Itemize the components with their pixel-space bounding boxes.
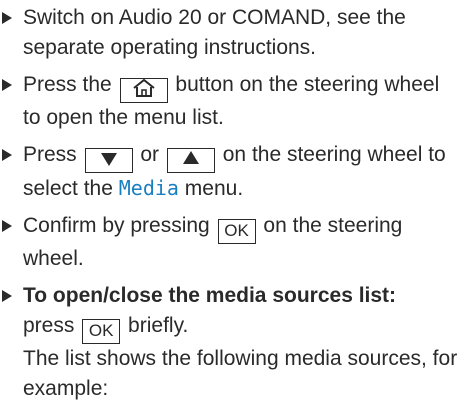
- step-text-after: briefly.: [128, 314, 189, 337]
- bullet-arrow-icon: [2, 79, 12, 91]
- step-note: The list shows the following media sourc…: [23, 347, 458, 400]
- step-text-before: Confirm by pressing: [23, 214, 210, 237]
- step-text: Switch on Audio 20 or COMAND, see the se…: [23, 6, 406, 59]
- step-text-before: press: [23, 314, 75, 337]
- arrow-down-icon: [100, 153, 117, 166]
- step-text-before: Press: [23, 143, 77, 166]
- step-confirm: Confirm by pressing OK on the steering w…: [0, 211, 461, 274]
- arrow-up-key: [166, 148, 215, 173]
- arrow-up-icon: [182, 151, 199, 164]
- step-open-menu-list: Press the button on the steering wheel t…: [0, 70, 461, 133]
- step-text-end: menu.: [184, 177, 244, 200]
- home-key: [119, 78, 168, 103]
- ok-key: OK: [217, 219, 256, 244]
- bullet-arrow-icon: [2, 149, 12, 161]
- bullet-arrow-icon: [2, 12, 12, 24]
- step-text-mid: or: [140, 143, 160, 166]
- media-menu-name: Media: [118, 176, 179, 200]
- step-switch-on: Switch on Audio 20 or COMAND, see the se…: [0, 3, 461, 63]
- ok-key: OK: [82, 319, 121, 344]
- step-select-media: Press or on the steering wheel to select…: [0, 140, 461, 204]
- bullet-arrow-icon: [2, 290, 12, 302]
- home-icon: [132, 78, 155, 97]
- step-media-sources-list: To open/close the media sources list: pr…: [0, 281, 461, 404]
- step-heading: To open/close the media sources list:: [23, 284, 397, 307]
- instruction-page: Switch on Audio 20 or COMAND, see the se…: [0, 0, 461, 400]
- bullet-arrow-icon: [2, 220, 12, 232]
- step-text-before: Press the: [23, 73, 112, 96]
- arrow-down-key: [84, 148, 133, 173]
